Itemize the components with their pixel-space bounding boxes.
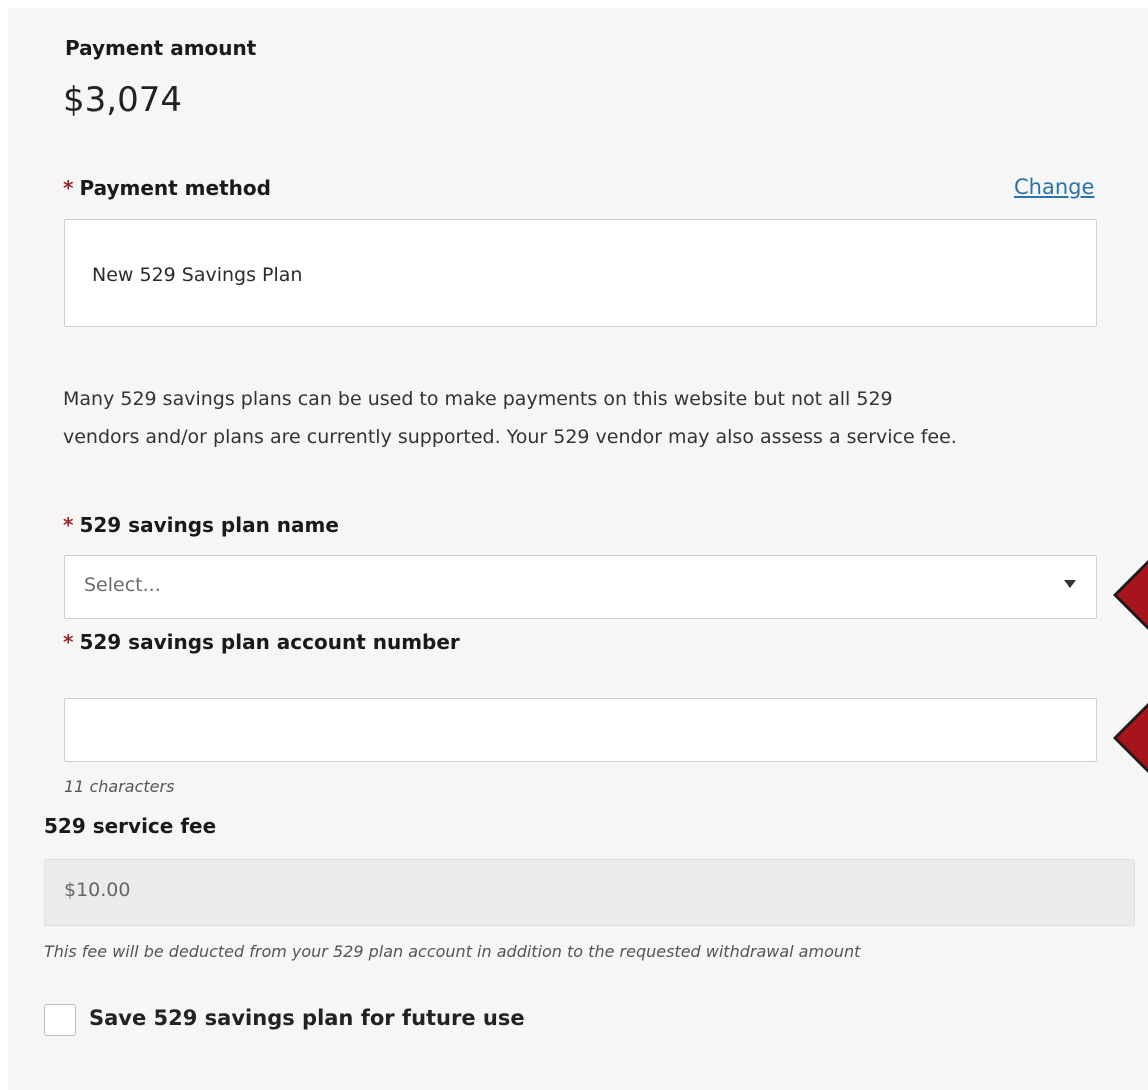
annotation-arrow-icon xyxy=(1117,706,1148,770)
required-marker: * xyxy=(63,176,74,200)
service-fee-label: 529 service fee xyxy=(44,814,217,838)
plan-description-line-2: vendors and/or plans are currently suppo… xyxy=(63,426,957,448)
plan-name-selected-value: Select... xyxy=(84,574,161,596)
plan-description: Many 529 savings plans can be used to ma… xyxy=(63,380,1133,456)
payment-method-value: New 529 Savings Plan xyxy=(92,264,303,286)
required-marker: * xyxy=(63,513,74,537)
plan-name-select[interactable]: Select... xyxy=(64,555,1097,619)
payment-method-label-text: Payment method xyxy=(79,176,271,200)
payment-amount-label: Payment amount xyxy=(65,36,257,60)
service-fee-field: $10.00 xyxy=(44,859,1135,926)
account-number-label-text: 529 savings plan account number xyxy=(79,630,460,654)
required-marker: * xyxy=(63,630,74,654)
change-payment-method-link[interactable]: Change xyxy=(1014,175,1094,199)
payment-method-label: * Payment method xyxy=(63,176,271,200)
save-plan-label[interactable]: Save 529 savings plan for future use xyxy=(89,1006,525,1030)
account-number-label: * 529 savings plan account number xyxy=(63,630,460,654)
chevron-down-icon xyxy=(1064,580,1076,588)
payment-method-display: New 529 Savings Plan xyxy=(64,219,1097,327)
plan-name-label: * 529 savings plan name xyxy=(63,513,339,537)
annotation-arrow-icon xyxy=(1117,563,1148,627)
account-number-hint: 11 characters xyxy=(64,777,175,796)
save-plan-checkbox[interactable] xyxy=(44,1004,76,1036)
plan-name-label-text: 529 savings plan name xyxy=(79,513,339,537)
service-fee-note: This fee will be deducted from your 529 … xyxy=(44,942,861,961)
service-fee-value: $10.00 xyxy=(64,879,131,901)
payment-amount-value: $3,074 xyxy=(63,80,182,120)
plan-description-line-1: Many 529 savings plans can be used to ma… xyxy=(63,388,893,410)
account-number-input[interactable] xyxy=(64,698,1097,762)
payment-form-panel: Payment amount $3,074 * Payment method Ch… xyxy=(8,8,1148,1090)
